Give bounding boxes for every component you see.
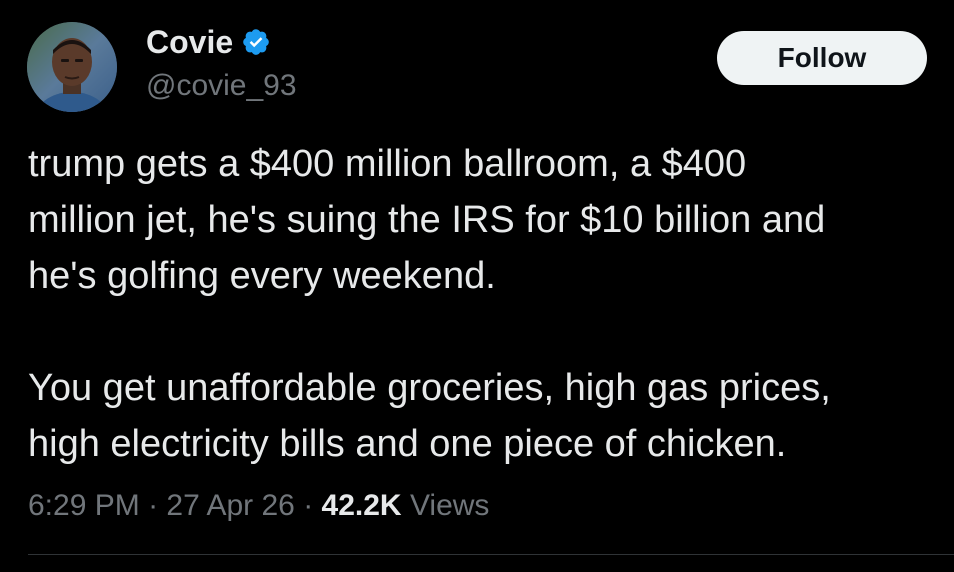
meta-separator: · — [148, 489, 159, 522]
tweet-time[interactable]: 6:29 PM — [28, 489, 140, 522]
views-label: Views — [409, 489, 490, 522]
tweet-text-line: high electricity bills and one piece of … — [28, 423, 787, 465]
tweet-text-line: million jet, he's suing the IRS for $10 … — [28, 199, 826, 241]
author-name-row: Covie — [146, 22, 271, 62]
verified-badge-icon[interactable] — [241, 27, 271, 57]
tweet-text-line: he's golfing every weekend. — [28, 255, 496, 297]
tweet-text: trump gets a $400 million ballroom, a $4… — [28, 136, 954, 472]
profile-photo — [27, 22, 117, 112]
author-handle[interactable]: @covie_93 — [146, 68, 297, 104]
divider — [28, 554, 954, 555]
meta-separator: · — [303, 489, 314, 522]
tweet-text-line: You get unaffordable groceries, high gas… — [28, 367, 831, 409]
tweet-card: Covie @covie_93 Follow trump gets a $400… — [0, 0, 954, 572]
follow-button[interactable]: Follow — [717, 31, 927, 85]
tweet-meta: 6:29 PM · 27 Apr 26 · 42.2K Views — [28, 486, 489, 526]
tweet-date[interactable]: 27 Apr 26 — [166, 489, 294, 522]
views-count: 42.2K — [321, 489, 402, 522]
avatar[interactable] — [27, 22, 117, 112]
display-name[interactable]: Covie — [146, 22, 233, 62]
tweet-text-line: trump gets a $400 million ballroom, a $4… — [28, 143, 747, 185]
